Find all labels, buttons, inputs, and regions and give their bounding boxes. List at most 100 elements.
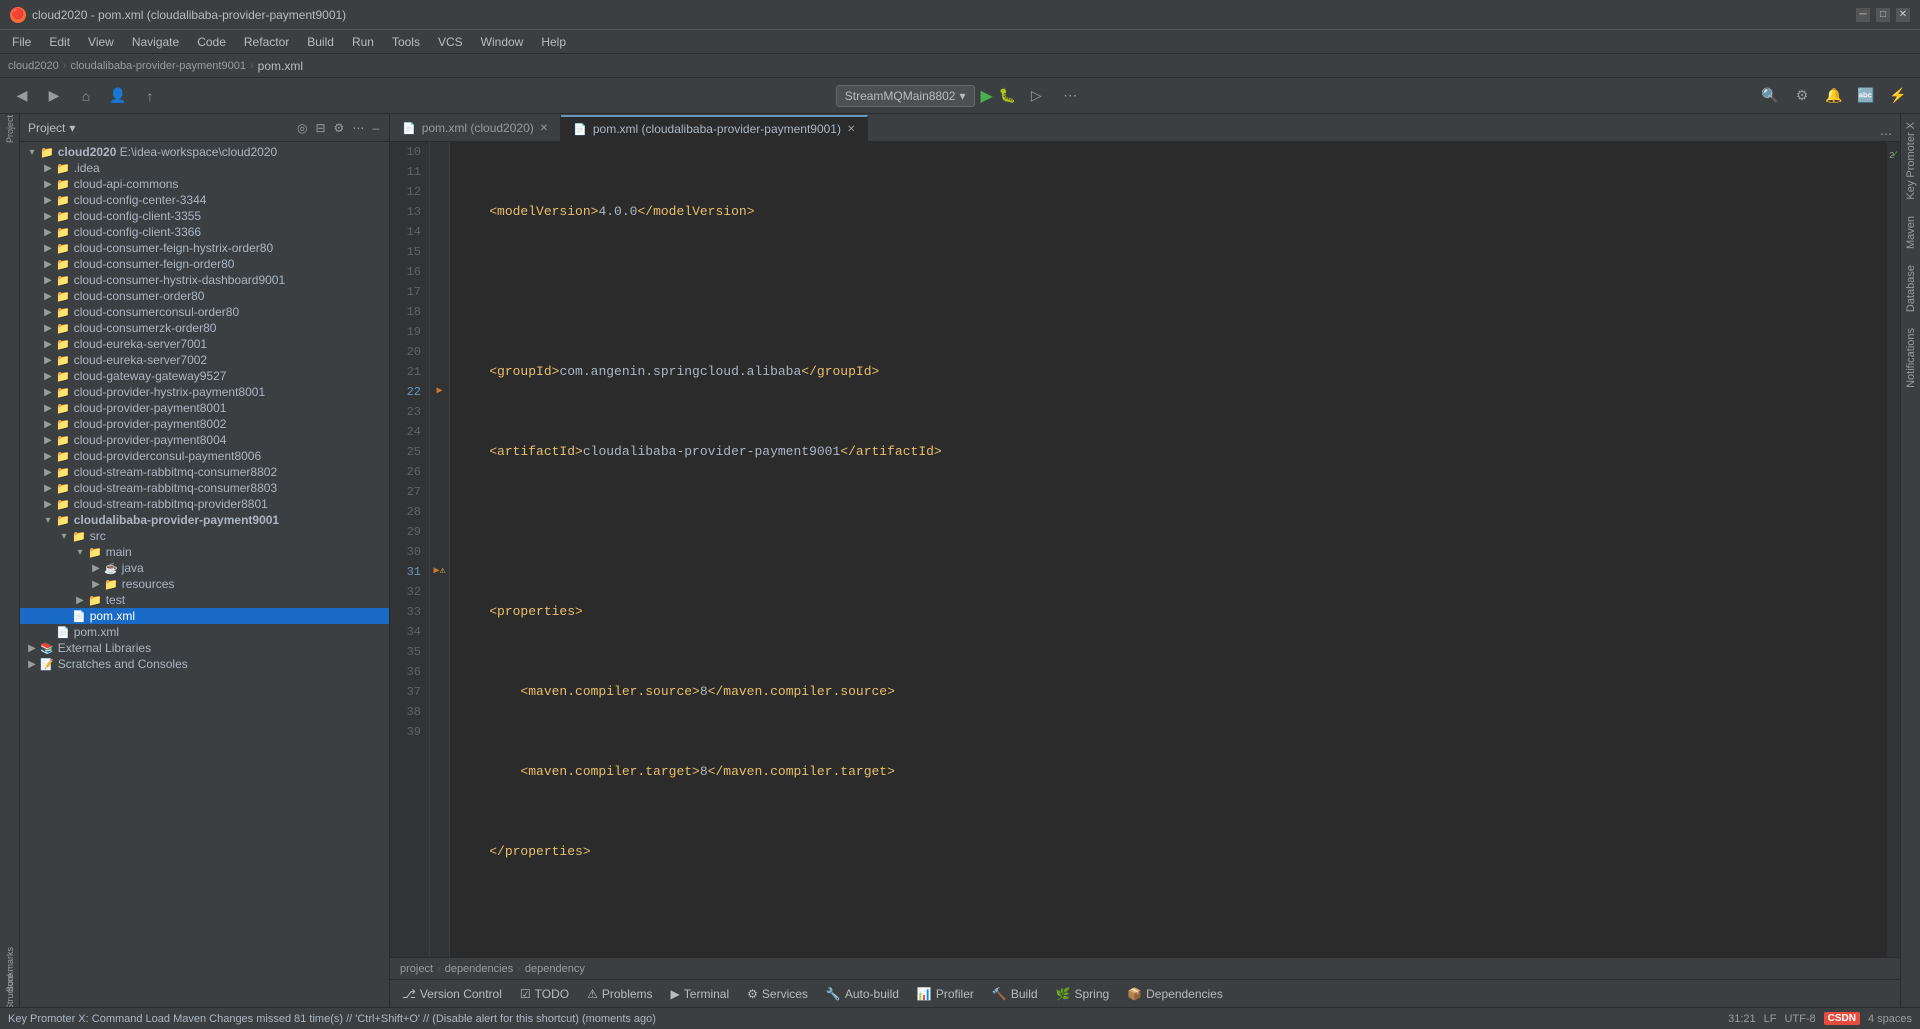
menu-window[interactable]: Window bbox=[473, 33, 532, 51]
close-button[interactable]: ✕ bbox=[1896, 8, 1910, 22]
menu-run[interactable]: Run bbox=[344, 33, 382, 51]
toolbar-vcs-btn[interactable]: ↑ bbox=[136, 82, 164, 110]
bottom-btn-terminal[interactable]: ▶ Terminal bbox=[663, 985, 738, 1003]
tree-item-zk-order[interactable]: ▶ 📁 cloud-consumerzk-order80 bbox=[20, 320, 389, 336]
breadcrumb-module[interactable]: cloudalibaba-provider-payment9001 bbox=[70, 60, 246, 72]
sidebar-gear-btn[interactable]: ⋯ bbox=[350, 119, 366, 137]
tree-item-main[interactable]: ▾ 📁 main bbox=[20, 544, 389, 560]
bottom-btn-spring[interactable]: 🌿 Spring bbox=[1048, 985, 1118, 1003]
translate-btn[interactable]: 🔤 bbox=[1852, 82, 1880, 110]
tree-item-rabbit8802[interactable]: ▶ 📁 cloud-stream-rabbitmq-consumer8802 bbox=[20, 464, 389, 480]
tree-item-java[interactable]: ▶ ☕ java bbox=[20, 560, 389, 576]
menu-navigate[interactable]: Navigate bbox=[124, 33, 187, 51]
tab-pom-alibaba-close[interactable]: ✕ bbox=[847, 124, 855, 135]
tree-item-hystrix-payment[interactable]: ▶ 📁 cloud-provider-hystrix-payment8001 bbox=[20, 384, 389, 400]
bottom-btn-todo[interactable]: ☑ TODO bbox=[512, 985, 577, 1003]
tree-item-config-3344[interactable]: ▶ 📁 cloud-config-center-3344 bbox=[20, 192, 389, 208]
tab-pom-cloud2020-close[interactable]: ✕ bbox=[540, 123, 548, 134]
tree-item-consumer-order[interactable]: ▶ 📁 cloud-consumer-order80 bbox=[20, 288, 389, 304]
tree-item-consul-payment[interactable]: ▶ 📁 cloud-providerconsul-payment8006 bbox=[20, 448, 389, 464]
tree-item-payment8002[interactable]: ▶ 📁 cloud-provider-payment8002 bbox=[20, 416, 389, 432]
tree-item-hystrix-dashboard[interactable]: ▶ 📁 cloud-consumer-hystrix-dashboard9001 bbox=[20, 272, 389, 288]
tree-item-alibaba9001[interactable]: ▾ 📁 cloudalibaba-provider-payment9001 bbox=[20, 512, 389, 528]
bottom-btn-build[interactable]: 🔨 Build bbox=[984, 985, 1046, 1003]
notification-btn[interactable]: 🔔 bbox=[1820, 82, 1848, 110]
toolbar-forward-btn[interactable]: ▶ bbox=[40, 82, 68, 110]
breadcrumb-cloud2020[interactable]: cloud2020 bbox=[8, 60, 59, 72]
tree-item-config-3366[interactable]: ▶ 📁 cloud-config-client-3366 bbox=[20, 224, 389, 240]
tree-payment8004-arrow: ▶ bbox=[40, 435, 56, 446]
maximize-button[interactable]: □ bbox=[1876, 8, 1890, 22]
tree-item-consul-order[interactable]: ▶ 📁 cloud-consumerconsul-order80 bbox=[20, 304, 389, 320]
tree-item-gateway[interactable]: ▶ 📁 cloud-gateway-gateway9527 bbox=[20, 368, 389, 384]
tab-pom-alibaba[interactable]: 📄 pom.xml (cloudalibaba-provider-payment… bbox=[561, 115, 868, 141]
toolbar-profile-btn[interactable]: 👤 bbox=[104, 82, 132, 110]
code-editor[interactable]: 10 11 12 13 14 15 16 17 18 19 20 21 22 2… bbox=[390, 142, 1900, 957]
tree-item-pom-selected[interactable]: 📄 pom.xml bbox=[20, 608, 389, 624]
debug-button[interactable]: 🐛 bbox=[999, 87, 1016, 104]
coverage-btn[interactable]: ▷ bbox=[1022, 82, 1050, 110]
menu-build[interactable]: Build bbox=[299, 33, 342, 51]
tree-item-scratches[interactable]: ▶ 📝 Scratches and Consoles bbox=[20, 656, 389, 672]
right-tab-maven[interactable]: Maven bbox=[1901, 208, 1920, 257]
more-run-btn[interactable]: ⋯ bbox=[1056, 82, 1084, 110]
bottom-btn-auto-build[interactable]: 🔧 Auto-build bbox=[818, 985, 907, 1003]
window-controls[interactable]: ─ □ ✕ bbox=[1856, 8, 1910, 22]
tree-item-test[interactable]: ▶ 📁 test bbox=[20, 592, 389, 608]
tree-item-config-3355[interactable]: ▶ 📁 cloud-config-client-3355 bbox=[20, 208, 389, 224]
tree-root[interactable]: ▾ 📁 cloud2020 E:\idea-workspace\cloud202… bbox=[20, 144, 389, 160]
minimize-button[interactable]: ─ bbox=[1856, 8, 1870, 22]
power-btn[interactable]: ⚡ bbox=[1884, 82, 1912, 110]
bottom-btn-profiler[interactable]: 📊 Profiler bbox=[909, 985, 982, 1003]
run-button[interactable]: ▶ bbox=[981, 86, 993, 106]
tree-item-payment8001[interactable]: ▶ 📁 cloud-provider-payment8001 bbox=[20, 400, 389, 416]
sidebar-dropdown-icon[interactable]: ▾ bbox=[69, 121, 75, 135]
tab-menu-btn[interactable]: ⋯ bbox=[1872, 127, 1900, 141]
tree-item-feign-hystrix[interactable]: ▶ 📁 cloud-consumer-feign-hystrix-order80 bbox=[20, 240, 389, 256]
bottom-btn-version-control[interactable]: ⎇ Version Control bbox=[394, 985, 510, 1003]
menu-code[interactable]: Code bbox=[189, 33, 234, 51]
sidebar-options-btn[interactable]: ⚙ bbox=[332, 119, 347, 137]
project-panel-icon[interactable]: Project bbox=[1, 120, 19, 138]
bottom-btn-dependencies[interactable]: 📦 Dependencies bbox=[1119, 985, 1231, 1003]
menu-file[interactable]: File bbox=[4, 33, 39, 51]
menu-view[interactable]: View bbox=[80, 33, 122, 51]
tree-item-pom-root[interactable]: 📄 pom.xml bbox=[20, 624, 389, 640]
tab-pom-cloud2020[interactable]: 📄 pom.xml (cloud2020) ✕ bbox=[390, 115, 561, 141]
tree-item-api-commons[interactable]: ▶ 📁 cloud-api-commons bbox=[20, 176, 389, 192]
sidebar-minimize-btn[interactable]: – bbox=[370, 119, 381, 137]
sidebar-locate-btn[interactable]: ◎ bbox=[295, 119, 309, 137]
right-tab-database[interactable]: Database bbox=[1901, 257, 1920, 320]
toolbar-home-btn[interactable]: ⌂ bbox=[72, 82, 100, 110]
menu-tools[interactable]: Tools bbox=[384, 33, 428, 51]
menu-vcs[interactable]: VCS bbox=[430, 33, 471, 51]
tree-item-idea[interactable]: ▶ 📁 .idea bbox=[20, 160, 389, 176]
tree-item-rabbit8801[interactable]: ▶ 📁 cloud-stream-rabbitmq-provider8801 bbox=[20, 496, 389, 512]
menu-edit[interactable]: Edit bbox=[41, 33, 78, 51]
tree-item-eureka7002[interactable]: ▶ 📁 cloud-eureka-server7002 bbox=[20, 352, 389, 368]
right-tab-notifications[interactable]: Notifications bbox=[1901, 320, 1920, 396]
search-everywhere-btn[interactable]: 🔍 bbox=[1756, 82, 1784, 110]
sidebar-collapse-btn[interactable]: ⊟ bbox=[313, 119, 327, 137]
structure-panel-icon[interactable]: Structure bbox=[1, 983, 19, 1001]
tree-item-eureka7001[interactable]: ▶ 📁 cloud-eureka-server7001 bbox=[20, 336, 389, 352]
editor-scrollbar[interactable]: ✓ 2 bbox=[1886, 142, 1900, 957]
menu-help[interactable]: Help bbox=[533, 33, 574, 51]
tree-item-rabbit8803[interactable]: ▶ 📁 cloud-stream-rabbitmq-consumer8803 bbox=[20, 480, 389, 496]
tree-item-feign-order[interactable]: ▶ 📁 cloud-consumer-feign-order80 bbox=[20, 256, 389, 272]
toolbar-back-btn[interactable]: ◀ bbox=[8, 82, 36, 110]
bottom-btn-services[interactable]: ⚙ Services bbox=[739, 985, 816, 1003]
tree-item-external-libs[interactable]: ▶ 📚 External Libraries bbox=[20, 640, 389, 656]
code-content[interactable]: <modelVersion>4.0.0</modelVersion> <grou… bbox=[450, 142, 1886, 957]
tree-item-resources[interactable]: ▶ 📁 resources bbox=[20, 576, 389, 592]
tree-item-src[interactable]: ▾ 📁 src bbox=[20, 528, 389, 544]
settings-btn[interactable]: ⚙ bbox=[1788, 82, 1816, 110]
bottom-btn-problems[interactable]: ⚠ Problems bbox=[579, 985, 660, 1003]
tree-payment8002-arrow: ▶ bbox=[40, 419, 56, 430]
tree-item-payment8004[interactable]: ▶ 📁 cloud-provider-payment8004 bbox=[20, 432, 389, 448]
code-line-19 bbox=[458, 922, 1878, 942]
menu-refactor[interactable]: Refactor bbox=[236, 33, 297, 51]
right-tab-key-promoter[interactable]: Key Promoter X bbox=[1901, 114, 1920, 208]
breadcrumb-file[interactable]: pom.xml bbox=[258, 59, 303, 73]
run-configuration[interactable]: StreamMQMain8802 ▾ bbox=[836, 85, 975, 107]
